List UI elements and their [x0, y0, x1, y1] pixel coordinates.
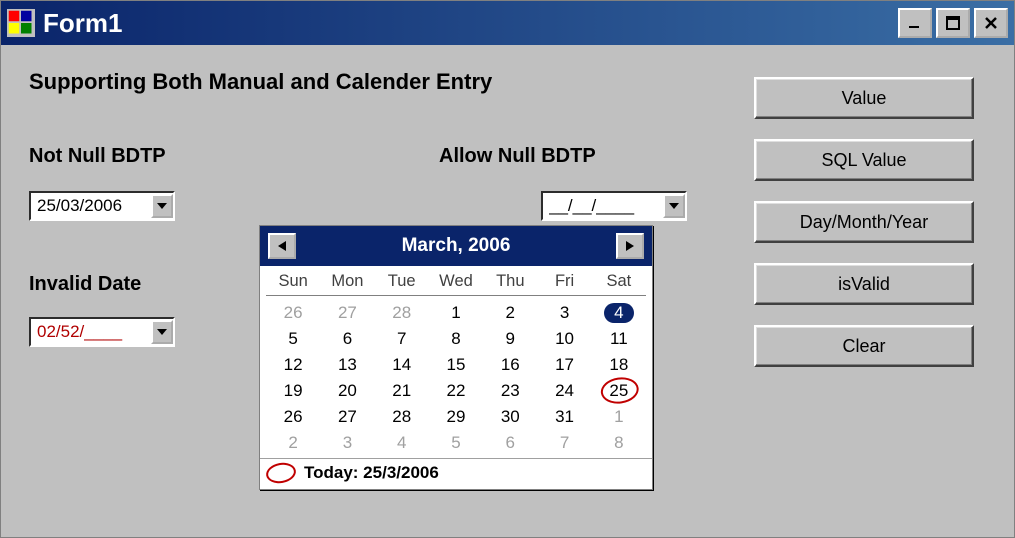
calendar-day[interactable]: 16	[483, 352, 537, 378]
calendar-day[interactable]: 3	[320, 430, 374, 456]
calendar-day[interactable]: 3	[537, 300, 591, 326]
calendar-day-header: Tue	[375, 270, 429, 296]
calendar-day[interactable]: 1	[592, 404, 646, 430]
calendar-day[interactable]: 18	[592, 352, 646, 378]
calendar-day[interactable]: 6	[483, 430, 537, 456]
calendar-day[interactable]: 9	[483, 326, 537, 352]
minimize-button[interactable]	[898, 8, 932, 38]
calendar-day[interactable]: 26	[266, 300, 320, 326]
calendar-day[interactable]: 31	[537, 404, 591, 430]
calendar-day-header: Mon	[320, 270, 374, 296]
calendar-day[interactable]: 20	[320, 378, 374, 404]
prev-month-button[interactable]	[268, 233, 296, 259]
today-label: Today: 25/3/2006	[304, 463, 439, 483]
calendar-day[interactable]: 4	[592, 300, 646, 326]
client-area: Supporting Both Manual and Calender Entr…	[1, 45, 1014, 537]
calendar-day[interactable]: 25	[592, 378, 646, 404]
day-month-year-button[interactable]: Day/Month/Year	[754, 201, 974, 243]
calendar-day[interactable]: 8	[592, 430, 646, 456]
not-null-date-picker[interactable]	[29, 191, 175, 221]
calendar-day[interactable]: 7	[375, 326, 429, 352]
calendar-day[interactable]: 8	[429, 326, 483, 352]
calendar-grid: SunMonTueWedThuFriSat2627281234567891011…	[260, 266, 652, 458]
dropdown-icon[interactable]	[151, 194, 173, 218]
form-window: Form1 Supporting Both Manual and Calende…	[0, 0, 1015, 538]
invalid-date-picker[interactable]	[29, 317, 175, 347]
calendar-day[interactable]: 28	[375, 300, 429, 326]
calendar-day[interactable]: 19	[266, 378, 320, 404]
calendar-day-header: Fri	[537, 270, 591, 296]
is-valid-button[interactable]: isValid	[754, 263, 974, 305]
calendar-day[interactable]: 7	[537, 430, 591, 456]
calendar-day[interactable]: 24	[537, 378, 591, 404]
value-button[interactable]: Value	[754, 77, 974, 119]
window-title: Form1	[43, 8, 122, 39]
label-not-null: Not Null BDTP	[29, 145, 166, 168]
calendar-day[interactable]: 27	[320, 404, 374, 430]
calendar-day[interactable]: 2	[483, 300, 537, 326]
calendar-day-header: Thu	[483, 270, 537, 296]
calendar-day[interactable]: 17	[537, 352, 591, 378]
titlebar: Form1	[1, 1, 1014, 45]
calendar-day[interactable]: 10	[537, 326, 591, 352]
month-calendar: March, 2006 SunMonTueWedThuFriSat2627281…	[259, 225, 653, 490]
calendar-day[interactable]: 26	[266, 404, 320, 430]
calendar-day-header: Sun	[266, 270, 320, 296]
label-allow-null: Allow Null BDTP	[439, 145, 596, 168]
sql-value-button[interactable]: SQL Value	[754, 139, 974, 181]
calendar-day[interactable]: 21	[375, 378, 429, 404]
allow-null-date-picker[interactable]	[541, 191, 687, 221]
calendar-day[interactable]: 28	[375, 404, 429, 430]
button-column: Value SQL Value Day/Month/Year isValid C…	[754, 77, 974, 367]
not-null-date-input[interactable]	[37, 196, 147, 216]
calendar-day[interactable]: 15	[429, 352, 483, 378]
calendar-day[interactable]: 2	[266, 430, 320, 456]
clear-button[interactable]: Clear	[754, 325, 974, 367]
calendar-title: March, 2006	[296, 235, 616, 257]
label-invalid: Invalid Date	[29, 273, 141, 296]
allow-null-date-input[interactable]	[549, 196, 659, 216]
calendar-day[interactable]: 27	[320, 300, 374, 326]
dropdown-icon[interactable]	[151, 320, 173, 344]
invalid-date-input[interactable]	[37, 322, 147, 342]
next-month-button[interactable]	[616, 233, 644, 259]
calendar-day-header: Wed	[429, 270, 483, 296]
calendar-day-header: Sat	[592, 270, 646, 296]
calendar-day[interactable]: 22	[429, 378, 483, 404]
calendar-day[interactable]: 5	[429, 430, 483, 456]
calendar-day[interactable]: 29	[429, 404, 483, 430]
calendar-day[interactable]: 11	[592, 326, 646, 352]
calendar-day[interactable]: 30	[483, 404, 537, 430]
calendar-day[interactable]: 1	[429, 300, 483, 326]
calendar-day[interactable]: 6	[320, 326, 374, 352]
calendar-header: March, 2006	[260, 226, 652, 266]
close-button[interactable]	[974, 8, 1008, 38]
calendar-day[interactable]: 12	[266, 352, 320, 378]
calendar-day[interactable]: 5	[266, 326, 320, 352]
dropdown-icon[interactable]	[663, 194, 685, 218]
app-icon	[7, 9, 35, 37]
today-ring-icon	[264, 461, 297, 486]
calendar-day[interactable]: 4	[375, 430, 429, 456]
calendar-day[interactable]: 23	[483, 378, 537, 404]
calendar-day[interactable]: 14	[375, 352, 429, 378]
calendar-day[interactable]: 13	[320, 352, 374, 378]
calendar-footer[interactable]: Today: 25/3/2006	[260, 458, 652, 489]
maximize-button[interactable]	[936, 8, 970, 38]
